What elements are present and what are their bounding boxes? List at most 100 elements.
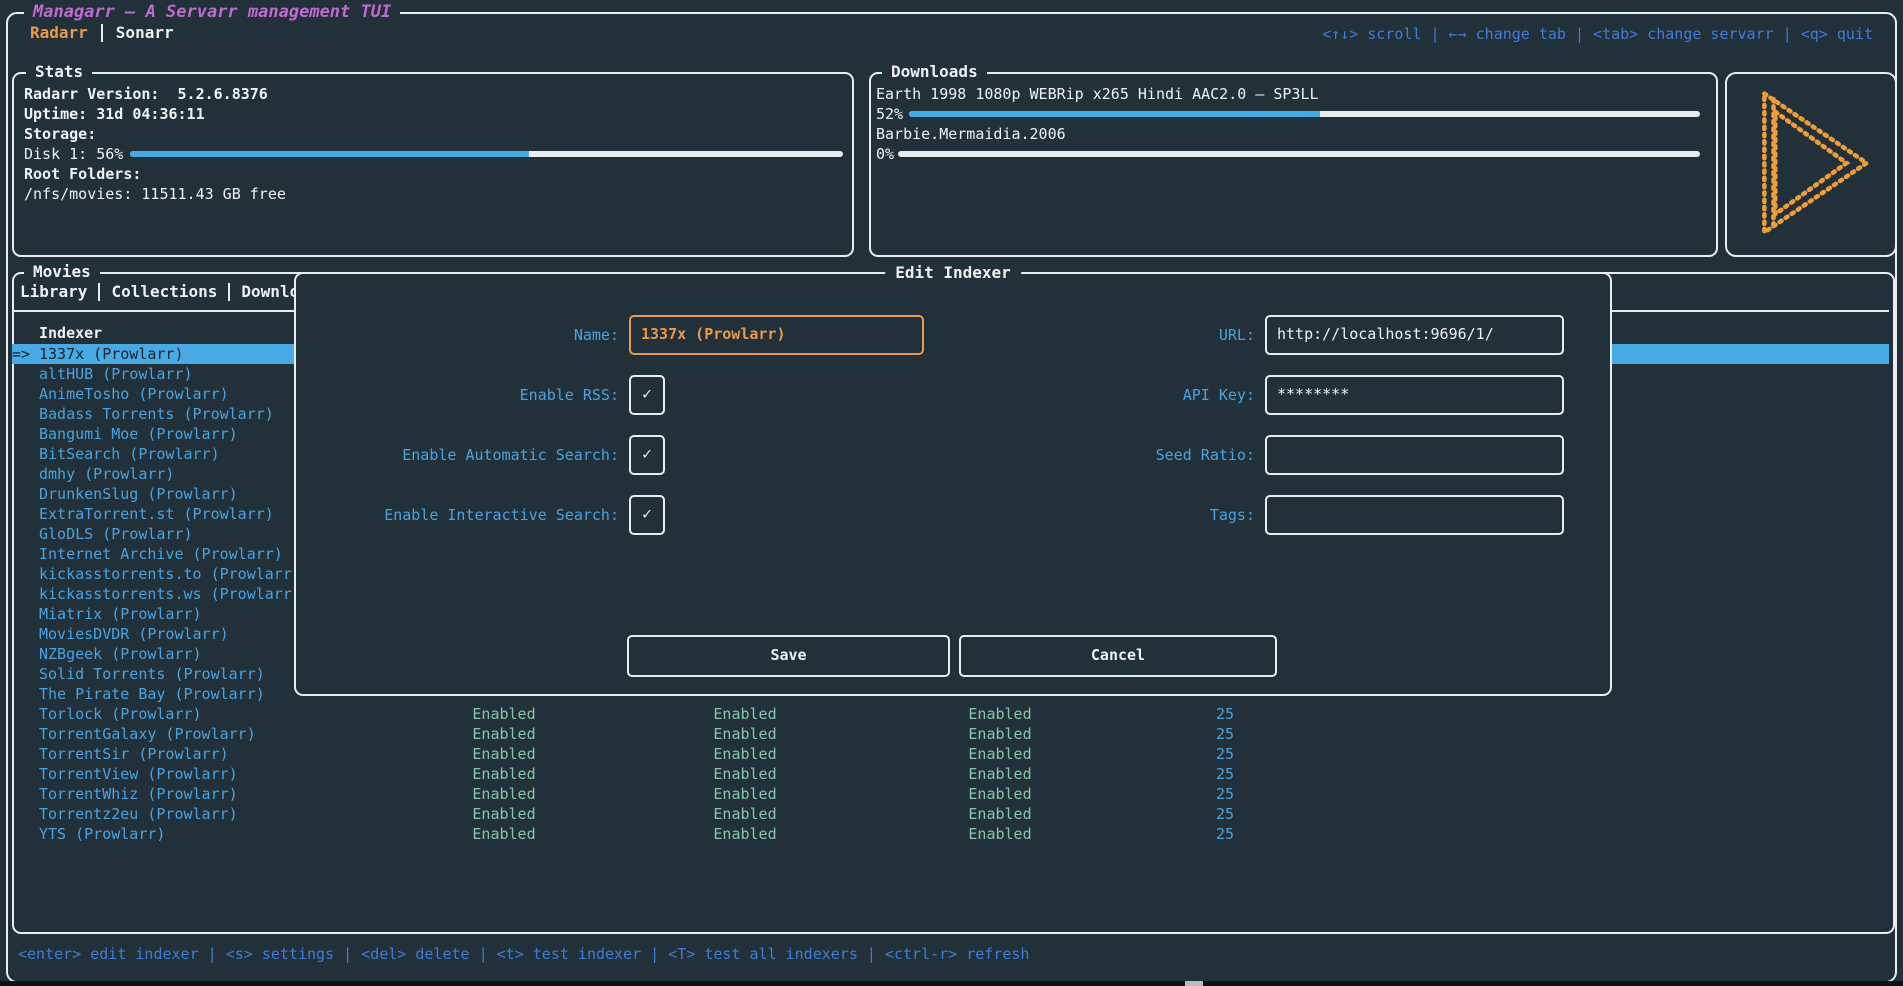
indexer-rss-cell: Enabled <box>444 744 564 764</box>
radarr-version: Radarr Version: 5.2.6.8376 <box>24 85 268 103</box>
cursor-artifact <box>1185 981 1203 986</box>
disk-usage-bar-fill <box>130 151 529 157</box>
indexer-auto-cell: Enabled <box>685 704 805 724</box>
enable-rss-label: Enable RSS: <box>296 386 619 404</box>
indexer-priority-cell: 25 <box>1195 824 1255 844</box>
enable-automatic-search-label: Enable Automatic Search: <box>296 446 619 464</box>
indexer-priority-cell: 25 <box>1195 764 1255 784</box>
root-folder-free-space: /nfs/movies: 11511.43 GB free <box>24 185 286 203</box>
indexer-priority-cell: 25 <box>1195 724 1255 744</box>
indexer-row[interactable]: Torlock (Prowlarr)EnabledEnabledEnabled2… <box>12 704 1889 724</box>
indexer-row[interactable]: YTS (Prowlarr)EnabledEnabledEnabled25 <box>12 824 1889 844</box>
name-label: Name: <box>296 326 619 344</box>
enable-rss-checkbox[interactable]: ✓ <box>629 375 665 415</box>
indexer-rss-cell: Enabled <box>444 824 564 844</box>
movies-panel-title: Movies <box>24 263 100 281</box>
download-item-title: Barbie.Mermaidia.2006 <box>876 125 1066 143</box>
download-progress-bar <box>909 111 1700 117</box>
tab-library[interactable]: Library <box>20 283 87 301</box>
indexer-priority-cell: 25 <box>1195 784 1255 804</box>
indexer-name: TorrentSir (Prowlarr) <box>39 744 229 764</box>
indexer-auto-cell: Enabled <box>685 804 805 824</box>
seed-ratio-label: Seed Ratio: <box>942 446 1255 464</box>
indexer-name: Solid Torrents (Prowlarr) <box>39 664 265 684</box>
edit-indexer-modal: Edit Indexer Name: 1337x (Prowlarr) URL:… <box>294 272 1612 696</box>
name-input[interactable]: 1337x (Prowlarr) <box>629 315 924 355</box>
tab-divider <box>228 283 230 301</box>
disk-usage-label: Disk 1: 56% <box>24 145 123 163</box>
indexer-rss-cell: Enabled <box>444 784 564 804</box>
indexer-row[interactable]: TorrentView (Prowlarr) Enabled Enabled Enab… <box>12 764 1889 784</box>
tab-radarr[interactable]: Radarr <box>30 24 88 42</box>
indexer-name: The Pirate Bay (Prowlarr) <box>39 684 265 704</box>
url-input[interactable]: http://localhost:9696/1/ <box>1265 315 1564 355</box>
indexer-auto-cell: Enabled <box>685 744 805 764</box>
downloads-panel-title: Downloads <box>882 63 987 81</box>
uptime: Uptime: 31d 04:36:11 <box>24 105 205 123</box>
tab-sonarr[interactable]: Sonarr <box>116 24 174 42</box>
indexer-name: Internet Archive (Prowlarr) <box>39 544 283 564</box>
indexer-name: Bangumi Moe (Prowlarr) <box>39 424 238 444</box>
indexer-column-header: Indexer <box>39 324 102 342</box>
indexer-auto-cell: Enabled <box>685 824 805 844</box>
servarr-tab-bar: Radarr Sonarr <box>30 24 174 42</box>
indexer-interactive-cell: Enabled <box>940 804 1060 824</box>
indexer-interactive-cell: Enabled <box>940 724 1060 744</box>
indexer-name: Badass Torrents (Prowlarr) <box>39 404 274 424</box>
indexer-name: AnimeTosho (Prowlarr) <box>39 384 229 404</box>
indexer-name: TorrentView (Prowlarr) <box>39 764 238 784</box>
download-item-percent: 52% <box>876 105 903 123</box>
indexer-name: GloDLS (Prowlarr) <box>39 524 193 544</box>
download-progress-bar <box>898 151 1700 157</box>
selected-row-marker: => <box>12 344 30 364</box>
indexer-priority-cell: 25 <box>1195 704 1255 724</box>
indexer-rss-cell: Enabled <box>444 764 564 784</box>
tags-label: Tags: <box>942 506 1255 524</box>
footer-keyboard-hints: <enter> edit indexer | <s> settings | <d… <box>18 945 1029 963</box>
indexer-name: TorrentWhiz (Prowlarr) <box>39 784 238 804</box>
indexer-row[interactable]: Torrentz2eu (Prowlarr)EnabledEnabledEnab… <box>12 804 1889 824</box>
tab-collections[interactable]: Collections <box>111 283 217 301</box>
enable-interactive-search-checkbox[interactable]: ✓ <box>629 495 665 535</box>
modal-title: Edit Indexer <box>885 264 1021 282</box>
indexer-name: YTS (Prowlarr) <box>39 824 165 844</box>
indexer-auto-cell: Enabled <box>685 784 805 804</box>
indexer-name: BitSearch (Prowlarr) <box>39 444 220 464</box>
indexer-name: 1337x (Prowlarr) <box>39 344 184 364</box>
enable-interactive-search-label: Enable Interactive Search: <box>296 506 619 524</box>
enable-automatic-search-checkbox[interactable]: ✓ <box>629 435 665 475</box>
indexer-name: kickasstorrents.ws (Prowlarr) <box>39 584 301 604</box>
indexer-rss-cell: Enabled <box>444 704 564 724</box>
cancel-button[interactable]: Cancel <box>959 635 1277 677</box>
app-title: Managarr – A Servarr management TUI <box>24 3 400 21</box>
save-button[interactable]: Save <box>627 635 950 677</box>
movies-tab-bar: Library Collections Downloads <box>20 283 328 301</box>
indexer-row[interactable]: TorrentWhiz (Prowlarr)EnabledEnabledEnab… <box>12 784 1889 804</box>
indexer-name: Miatrix (Prowlarr) <box>39 604 202 624</box>
indexer-interactive-cell: Enabled <box>940 744 1060 764</box>
indexer-row[interactable]: TorrentGalaxy (Prowlarr)EnabledEnabledEn… <box>12 724 1889 744</box>
download-item-percent: 0% <box>876 145 894 163</box>
tab-divider <box>98 283 100 301</box>
indexer-name: ExtraTorrent.st (Prowlarr) <box>39 504 274 524</box>
indexer-name: altHUB (Prowlarr) <box>39 364 193 384</box>
indexer-name: dmhy (Prowlarr) <box>39 464 174 484</box>
api-key-label: API Key: <box>942 386 1255 404</box>
indexer-name: TorrentGalaxy (Prowlarr) <box>39 724 256 744</box>
top-keyboard-hints: <↑↓> scroll | ←→ change tab | <tab> chan… <box>1322 25 1873 43</box>
seed-ratio-input[interactable] <box>1265 435 1564 475</box>
download-progress-fill <box>909 111 1320 117</box>
indexer-auto-cell: Enabled <box>685 764 805 784</box>
indexer-priority-cell: 25 <box>1195 744 1255 764</box>
tags-input[interactable] <box>1265 495 1564 535</box>
tab-divider <box>101 24 103 42</box>
indexer-name: Torlock (Prowlarr) <box>39 704 202 724</box>
download-item-title: Earth 1998 1080p WEBRip x265 Hindi AAC2.… <box>876 85 1319 103</box>
api-key-input[interactable]: ******** <box>1265 375 1564 415</box>
indexer-name: MoviesDVDR (Prowlarr) <box>39 624 229 644</box>
indexer-rss-cell: Enabled <box>444 724 564 744</box>
indexer-rss-cell: Enabled <box>444 804 564 824</box>
indexer-row[interactable]: TorrentSir (Prowlarr) Enabled Enabled Enabl… <box>12 744 1889 764</box>
screen-bottom-strip <box>0 981 1903 986</box>
indexer-interactive-cell: Enabled <box>940 764 1060 784</box>
